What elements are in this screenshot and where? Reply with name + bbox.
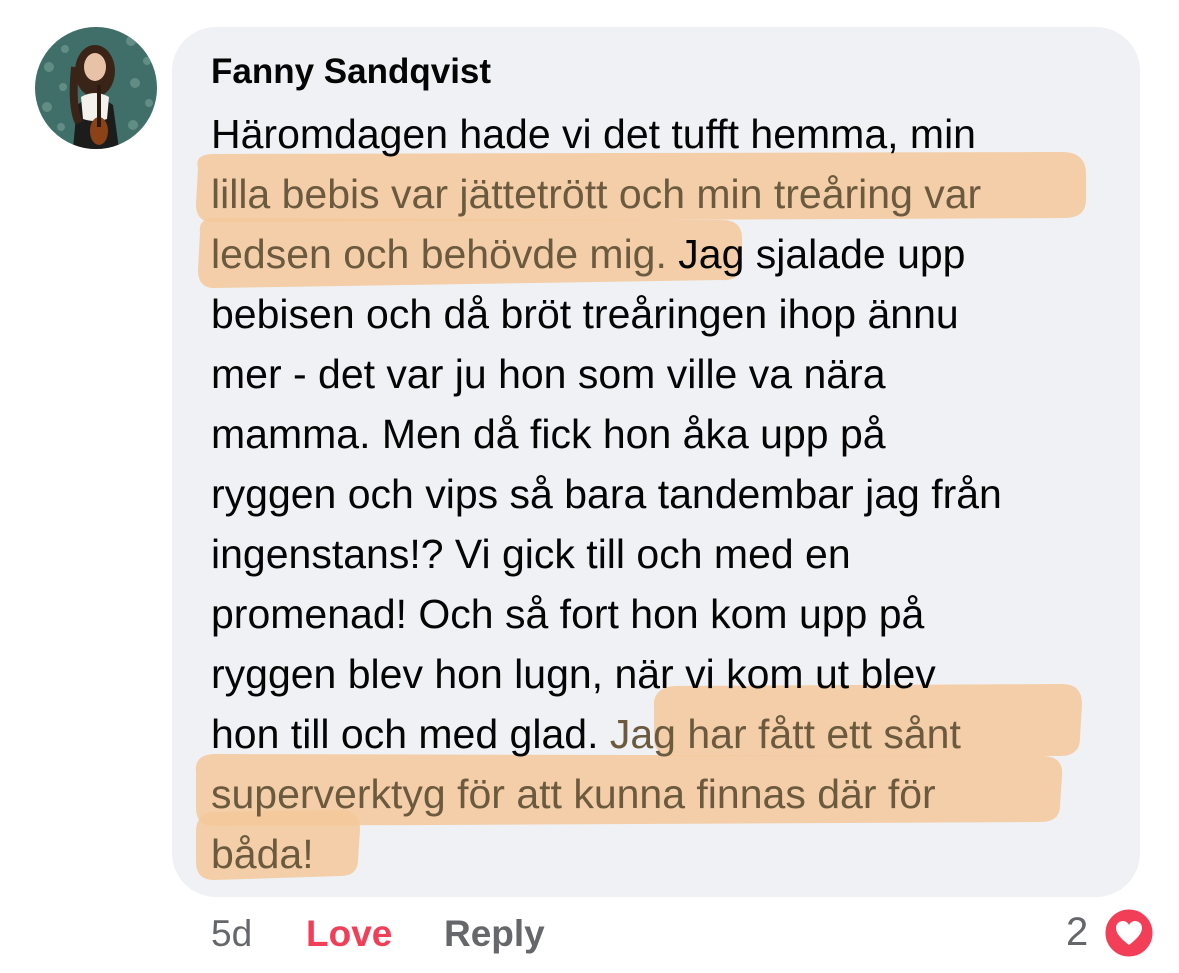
comment-text-segment: hon till och med glad. [211, 711, 610, 757]
comment-line: lilla bebis var jättetrött och min treår… [211, 164, 1121, 224]
highlighted-text: Jag har fått ett sånt [609, 711, 961, 757]
highlighted-text: ledsen och behövde mig. [211, 231, 667, 277]
comment-line: ryggen blev hon lugn, när vi kom ut blev [211, 644, 1121, 704]
highlighted-text: lilla bebis var jättetrött och min treår… [211, 171, 982, 217]
reply-button[interactable]: Reply [444, 913, 545, 963]
comment-line: ingenstans!? Vi gick till och med en [211, 524, 1121, 584]
comment-author[interactable]: Fanny Sandqvist [211, 52, 491, 92]
comment-text-segment: bebisen och då bröt treåringen ihop ännu [211, 291, 959, 337]
heart-icon[interactable] [1102, 906, 1156, 960]
comment-line: bebisen och då bröt treåringen ihop ännu [211, 284, 1121, 344]
comment-text-segment: ingenstans!? Vi gick till och med en [211, 531, 851, 577]
comment-line: ledsen och behövde mig. Jag sjalade upp [211, 224, 1121, 284]
reaction-count[interactable]: 2 [1066, 910, 1088, 960]
highlighted-text: superverktyg för att kunna finnas där fö… [211, 771, 936, 817]
comment-text-segment: Jag sjalade upp [666, 231, 966, 277]
comment-line: mer - det var ju hon som ville va nära [211, 344, 1121, 404]
comment-line: mamma. Men då fick hon åka upp på [211, 404, 1121, 464]
comment-text-segment: promenad! Och så fort hon kom upp på [211, 591, 925, 637]
comment-line: ryggen och vips så bara tandembar jag fr… [211, 464, 1121, 524]
comment-timestamp: 5d [211, 913, 253, 954]
comment-line: superverktyg för att kunna finnas där fö… [211, 764, 1121, 824]
comment-line: båda! [211, 824, 1121, 884]
comment-line: Häromdagen hade vi det tufft hemma, min [211, 104, 1121, 164]
comment-line: hon till och med glad. Jag har fått ett … [211, 704, 1121, 764]
comment-text-segment: mer - det var ju hon som ville va nära [211, 351, 886, 397]
comment-text-segment: mamma. Men då fick hon åka upp på [211, 411, 886, 457]
comment-text-segment: ryggen blev hon lugn, när vi kom ut blev [211, 651, 936, 697]
love-button[interactable]: Love [306, 913, 392, 963]
comment-text-segment: Häromdagen hade vi det tufft hemma, min [211, 111, 976, 157]
comment-text: Häromdagen hade vi det tufft hemma, min l… [211, 104, 1121, 884]
comment-text-segment: ryggen och vips så bara tandembar jag fr… [211, 471, 1002, 517]
highlighted-text: båda! [211, 831, 314, 877]
comment-line: promenad! Och så fort hon kom upp på [211, 584, 1121, 644]
